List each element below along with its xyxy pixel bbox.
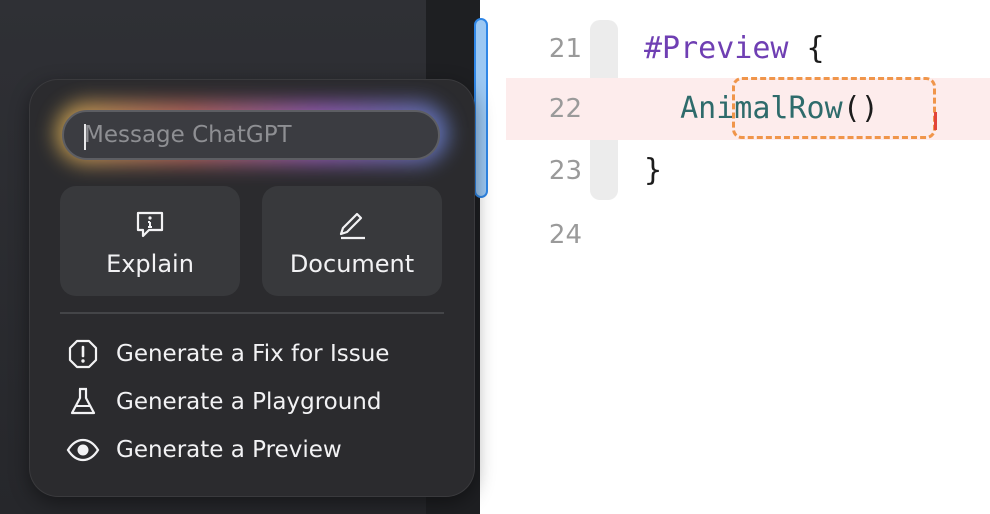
divider bbox=[60, 312, 444, 314]
menu-item-label: Generate a Preview bbox=[116, 437, 342, 463]
code-token-keyword: #Preview bbox=[644, 31, 789, 66]
menu-item-label: Generate a Fix for Issue bbox=[116, 341, 390, 367]
menu-item-label: Generate a Playground bbox=[116, 389, 382, 415]
text-caret bbox=[84, 124, 86, 150]
code-text: } bbox=[644, 153, 663, 188]
speech-bubble-info-icon bbox=[136, 211, 164, 238]
chatgpt-popup: Explain Document Generate a Fix for Issu… bbox=[30, 80, 474, 496]
menu-item-generate-fix[interactable]: Generate a Fix for Issue bbox=[66, 332, 446, 376]
selection-outline bbox=[732, 77, 936, 139]
pen-icon bbox=[339, 212, 365, 240]
menu-item-generate-playground[interactable]: Generate a Playground bbox=[66, 380, 446, 424]
eye-icon bbox=[66, 438, 100, 462]
message-input[interactable] bbox=[62, 110, 440, 160]
code-line[interactable]: 23 } bbox=[480, 140, 990, 202]
code-line[interactable]: 24 bbox=[480, 204, 990, 266]
document-label: Document bbox=[289, 250, 415, 278]
flask-icon bbox=[70, 387, 96, 415]
line-number: 23 bbox=[548, 156, 582, 186]
exclamation-circle-icon bbox=[68, 339, 98, 369]
line-number: 24 bbox=[548, 220, 582, 250]
code-text: #Preview { bbox=[644, 18, 825, 80]
document-button[interactable]: Document bbox=[262, 186, 442, 296]
code-token: { bbox=[788, 31, 825, 66]
line-number: 22 bbox=[548, 94, 582, 124]
code-line[interactable]: 21 #Preview { bbox=[480, 18, 990, 80]
code-editor[interactable]: 21 #Preview { 22 AnimalRow() 23 } 24 bbox=[474, 0, 990, 514]
explain-label: Explain bbox=[106, 250, 194, 278]
explain-button[interactable]: Explain bbox=[60, 186, 240, 296]
error-caret bbox=[934, 112, 937, 130]
line-number: 21 bbox=[548, 34, 582, 64]
menu-item-generate-preview[interactable]: Generate a Preview bbox=[66, 428, 446, 472]
